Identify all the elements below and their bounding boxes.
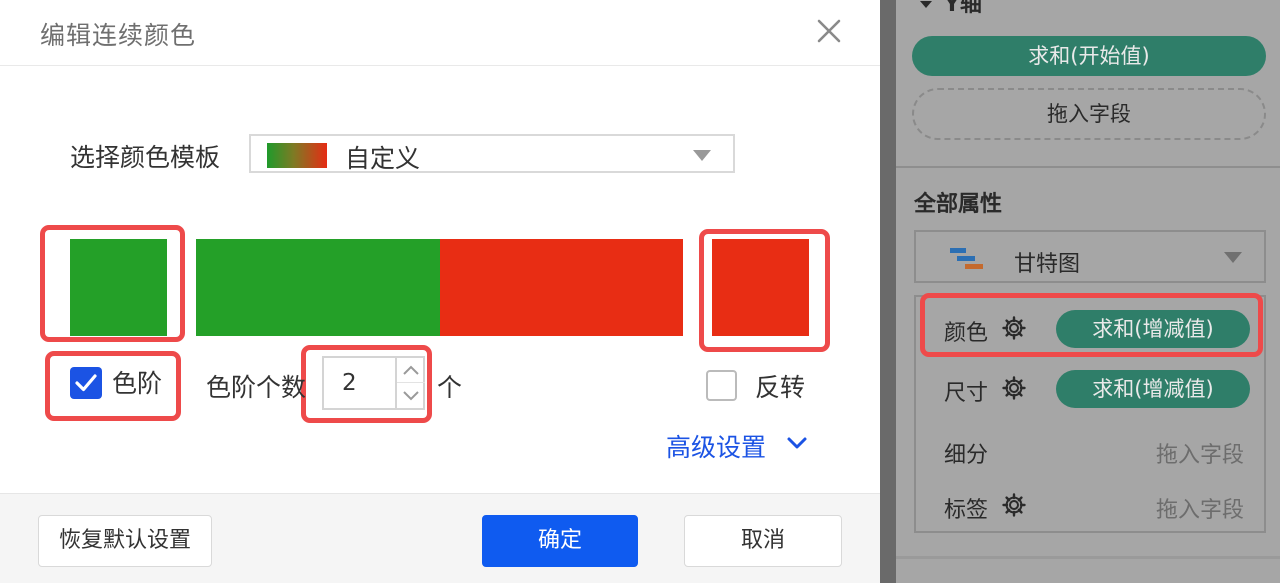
chevron-down-icon[interactable] (786, 435, 808, 457)
step-checkbox[interactable] (70, 367, 102, 399)
reset-defaults-button[interactable]: 恢复默认设置 (38, 515, 212, 567)
axis-field-pill[interactable]: 求和(开始值) (912, 36, 1266, 76)
y-axis-section: Y轴 求和(开始值) 拖入字段 (896, 0, 1280, 168)
step-count-label: 色阶个数 (206, 373, 307, 402)
axis-drop-zone[interactable]: 拖入字段 (912, 88, 1266, 140)
gear-icon[interactable] (1002, 376, 1026, 404)
property-label: 标签 (944, 498, 989, 523)
close-icon[interactable] (812, 14, 846, 48)
dialog-footer: 恢复默认设置 确定 取消 (0, 493, 880, 583)
dialog-title: 编辑连续颜色 (40, 21, 197, 50)
ok-button[interactable]: 确定 (482, 515, 638, 567)
gear-icon[interactable] (1002, 493, 1026, 521)
reverse-label: 反转 (755, 373, 806, 402)
increment-chevron-up-icon[interactable] (397, 358, 425, 383)
properties-panel: Y轴 求和(开始值) 拖入字段 全部属性 甘特图 颜色 求和(增减值) 尺寸 求… (896, 0, 1280, 583)
dialog-header: 编辑连续颜色 (0, 0, 880, 66)
end-color-swatch[interactable] (712, 239, 809, 336)
property-label: 细分 (944, 443, 989, 468)
dropdown-caret-icon (1224, 252, 1242, 263)
advanced-settings-link[interactable]: 高级设置 (666, 428, 766, 464)
cancel-button[interactable]: 取消 (684, 515, 842, 567)
y-axis-title: Y轴 (918, 0, 982, 18)
step-count-value[interactable]: 2 (342, 370, 357, 396)
gantt-chart-icon (950, 248, 983, 269)
gradient-preview-bar[interactable] (196, 239, 683, 336)
color-field-pill[interactable]: 求和(增减值) (1056, 310, 1250, 348)
dropdown-caret-icon (693, 150, 711, 161)
gradient-step-segment (439, 239, 683, 336)
property-row-detail: 细分 拖入字段 (916, 424, 1264, 474)
panel-bottom-divider (896, 556, 1280, 559)
property-label: 颜色 (944, 321, 989, 346)
gear-icon[interactable] (1002, 316, 1026, 344)
property-row-size: 尺寸 求和(增减值) (916, 362, 1264, 412)
size-field-pill[interactable]: 求和(增减值) (1056, 370, 1250, 408)
chart-type-select[interactable]: 甘特图 (914, 230, 1266, 283)
reverse-checkbox[interactable] (706, 370, 737, 401)
property-rows: 颜色 求和(增减值) 尺寸 求和(增减值) 细分 拖入字段 标签 拖入字段 (914, 295, 1266, 533)
template-value: 自定义 (345, 144, 421, 173)
template-label: 选择颜色模板 (70, 143, 221, 172)
panel-divider (880, 0, 896, 583)
step-checkbox-label: 色阶 (112, 369, 163, 398)
y-axis-title-text: Y轴 (944, 0, 982, 17)
start-color-swatch[interactable] (70, 239, 167, 336)
label-drop-zone[interactable]: 拖入字段 (1156, 492, 1244, 524)
stepper-buttons (395, 358, 425, 408)
step-count-stepper[interactable]: 2 (322, 356, 425, 410)
gradient-step-segment (196, 239, 440, 336)
all-properties-title: 全部属性 (914, 192, 1003, 217)
property-row-label: 标签 拖入字段 (916, 479, 1264, 529)
property-label: 尺寸 (944, 381, 989, 406)
edit-continuous-color-dialog: 编辑连续颜色 选择颜色模板 自定义 色阶 色阶个数 2 个 反转 高级设置 恢复… (0, 0, 880, 583)
property-row-color: 颜色 求和(增减值) (916, 302, 1264, 352)
detail-drop-zone[interactable]: 拖入字段 (1156, 437, 1244, 469)
chart-type-value: 甘特图 (1014, 252, 1081, 277)
template-gradient-swatch (267, 143, 327, 168)
decrement-chevron-down-icon[interactable] (397, 383, 425, 408)
template-select[interactable]: 自定义 (249, 134, 735, 173)
step-count-unit: 个 (437, 373, 463, 402)
